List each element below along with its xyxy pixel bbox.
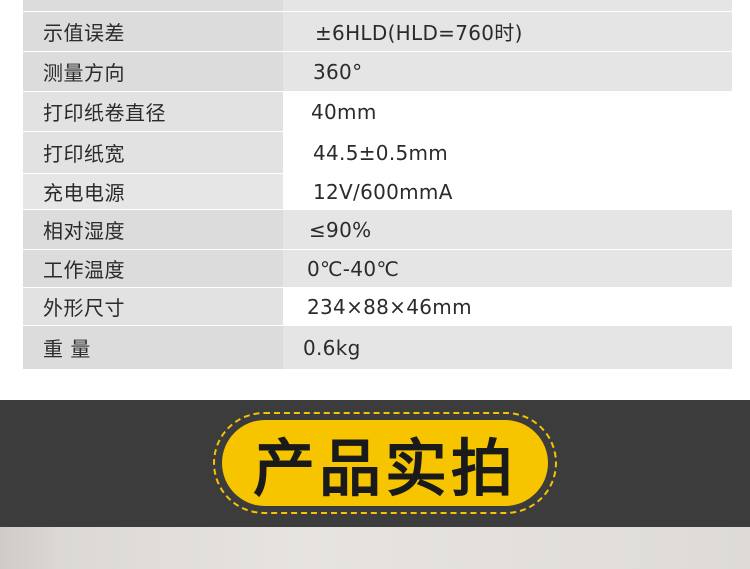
spec-name: 打印纸卷直径 [23,92,283,131]
spec-value: 360° [283,52,732,91]
spec-row: 打印纸卷直径 40mm [23,92,732,132]
spec-table: 示值误差 ±6HLD(HLD=760时) 测量方向 360° 打印纸卷直径 40… [23,0,732,370]
spec-value: ≤90% [283,210,732,249]
spec-name [23,0,283,11]
spec-name: 重 量 [23,326,283,369]
spec-row: 相对湿度 ≤90% [23,210,732,250]
spec-value [283,0,732,11]
product-photo [0,527,750,569]
spec-row: 示值误差 ±6HLD(HLD=760时) [23,12,732,52]
spec-value: 234×88×46mm [283,288,732,325]
spec-value: 0℃-40℃ [283,250,732,287]
banner-pill: 产品实拍 [213,412,557,514]
spec-name: 外形尺寸 [23,288,283,325]
spec-value: ±6HLD(HLD=760时) [283,12,732,51]
spec-name: 示值误差 [23,12,283,51]
spec-row: 外形尺寸 234×88×46mm [23,288,732,326]
banner-title: 产品实拍 [222,420,548,506]
spec-value: 0.6kg [283,326,732,369]
spec-value: 40mm [283,92,732,131]
section-banner: 产品实拍 [0,400,750,527]
spec-value: 12V/600mmA [283,174,732,209]
spec-name: 相对湿度 [23,210,283,249]
photo-shade [0,527,60,569]
spec-name: 测量方向 [23,52,283,91]
spec-row: 打印纸宽 44.5±0.5mm [23,132,732,174]
spec-name: 充电电源 [23,174,283,209]
spec-value: 44.5±0.5mm [283,132,732,173]
spec-row-partial [23,0,732,12]
spec-name: 工作温度 [23,250,283,287]
spec-row: 充电电源 12V/600mmA [23,174,732,210]
spec-row: 测量方向 360° [23,52,732,92]
spec-row: 工作温度 0℃-40℃ [23,250,732,288]
spec-name: 打印纸宽 [23,132,283,173]
spec-row: 重 量 0.6kg [23,326,732,370]
